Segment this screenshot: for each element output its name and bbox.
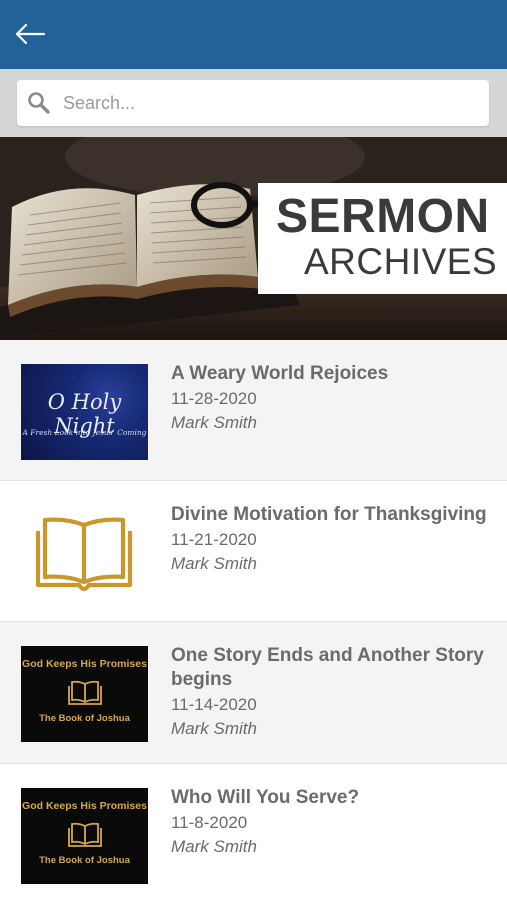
sermon-info: A Weary World Rejoices 11-28-2020 Mark S…: [171, 362, 491, 435]
sermon-thumbnail: God Keeps His Promises The Book of Joshu…: [21, 646, 148, 742]
thumbnail-title: God Keeps His Promises: [22, 800, 147, 812]
sermon-speaker: Mark Smith: [171, 719, 257, 738]
back-button[interactable]: [10, 16, 50, 52]
sermon-info: Who Will You Serve? 11-8-2020 Mark Smith: [171, 786, 491, 859]
sermon-archives-banner: SERMON ARCHIVES: [0, 137, 507, 340]
thumbnail-subtitle: The Book of Joshua: [39, 855, 130, 866]
sermon-row[interactable]: God Keeps His Promises The Book of Joshu…: [0, 764, 507, 905]
thumbnail-subtitle: A Fresh Look into Jesus' Coming: [22, 428, 147, 437]
sermon-title: Who Will You Serve?: [171, 787, 360, 808]
arrow-left-icon: [15, 23, 46, 45]
open-book-icon: [68, 822, 102, 847]
sermon-speaker: Mark Smith: [171, 837, 257, 856]
sermon-date: 11-8-2020: [171, 813, 248, 832]
sermon-date: 11-28-2020: [171, 389, 257, 408]
sermon-title: A Weary World Rejoices: [171, 363, 389, 384]
sermon-speaker: Mark Smith: [171, 554, 257, 573]
sermon-row[interactable]: Divine Motivation for Thanksgiving 11-21…: [0, 481, 507, 622]
search-box[interactable]: [17, 80, 489, 126]
sermon-row[interactable]: O Holy Night A Fresh Look into Jesus' Co…: [0, 340, 507, 481]
banner-subtitle: ARCHIVES: [304, 241, 498, 282]
sermon-title: Divine Motivation for Thanksgiving: [171, 504, 487, 525]
sermon-row[interactable]: God Keeps His Promises The Book of Joshu…: [0, 622, 507, 764]
sermon-list: O Holy Night A Fresh Look into Jesus' Co…: [0, 340, 507, 905]
search-icon: [28, 92, 50, 114]
search-input[interactable]: [63, 80, 473, 126]
sermon-info: Divine Motivation for Thanksgiving 11-21…: [171, 503, 491, 576]
sermon-date: 11-14-2020: [171, 695, 257, 714]
open-book-icon: [35, 517, 133, 592]
thumbnail-subtitle: The Book of Joshua: [39, 713, 130, 724]
sermon-date: 11-21-2020: [171, 530, 257, 549]
banner-title: SERMON: [276, 190, 490, 243]
sermon-thumbnail: O Holy Night A Fresh Look into Jesus' Co…: [21, 364, 148, 460]
sermon-speaker: Mark Smith: [171, 413, 257, 432]
thumbnail-title: God Keeps His Promises: [22, 658, 147, 670]
open-book-icon: [68, 680, 102, 705]
app-bar: [0, 0, 507, 69]
banner-label: SERMON ARCHIVES: [258, 183, 507, 294]
sermon-thumbnail: [21, 505, 148, 601]
sermon-title: One Story Ends and Another Story begins: [171, 645, 484, 690]
sermon-info: One Story Ends and Another Story begins …: [171, 644, 491, 741]
sermon-thumbnail: God Keeps His Promises The Book of Joshu…: [21, 788, 148, 884]
search-bar-container: [0, 69, 507, 137]
